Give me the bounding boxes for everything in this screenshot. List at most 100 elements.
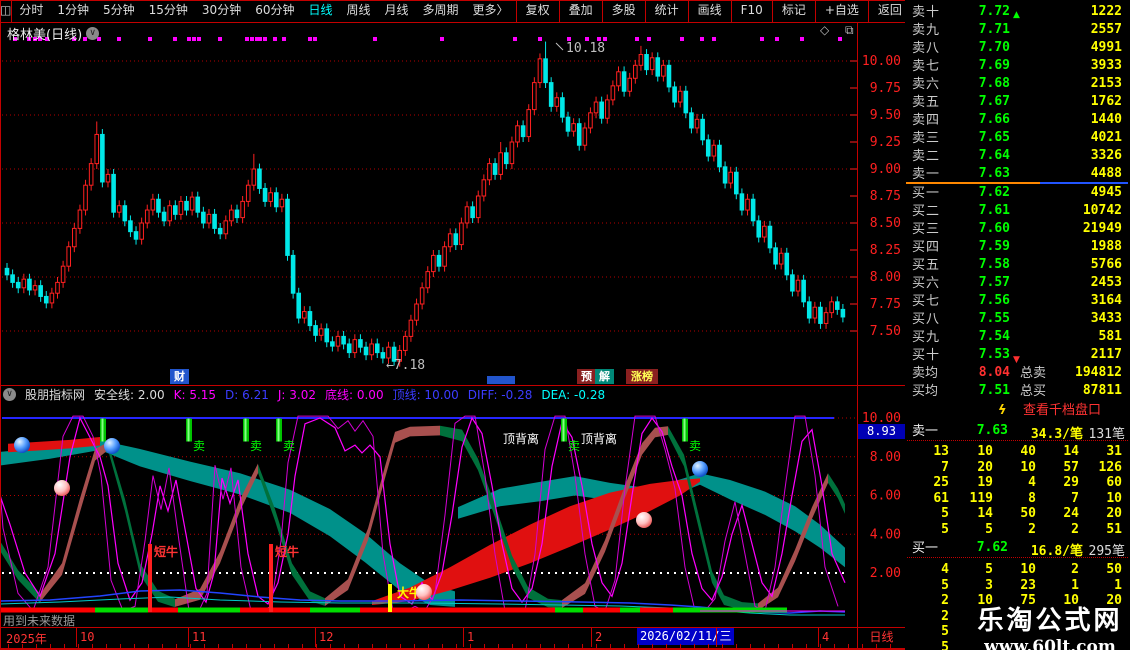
indicator-latest-value: 8.93: [858, 424, 905, 439]
signal-strip: [640, 608, 673, 613]
tool-item-+自选[interactable]: +自选: [815, 0, 868, 22]
sell-row[interactable]: 卖四7.661440: [905, 112, 1130, 130]
menu-item-5分钟[interactable]: 5分钟: [96, 0, 142, 22]
sell-flag: [561, 419, 567, 442]
tool-item-复权[interactable]: 复权: [516, 0, 559, 22]
ob-row-price: 7.59: [960, 239, 1010, 254]
sell-row[interactable]: 卖十7.72▲1222: [905, 4, 1130, 22]
buy-row[interactable]: 买三7.6021949: [905, 221, 1130, 239]
menu-item-1分钟[interactable]: 1分钟: [50, 0, 96, 22]
queue-cell: 10: [1081, 491, 1122, 506]
ob-row-label: 卖十: [912, 4, 940, 22]
sell-row[interactable]: 卖七7.693933: [905, 58, 1130, 76]
tool-item-统计[interactable]: 统计: [645, 0, 688, 22]
ob-row-label: 卖三: [912, 130, 940, 148]
indicator-header-item: K: 5.15: [174, 388, 216, 402]
menu-item-日线[interactable]: 日线: [301, 0, 339, 22]
ob-row-label: 买九: [912, 329, 940, 347]
queue-cell: 10: [995, 562, 1036, 577]
queue-cell: 40: [995, 444, 1036, 459]
collapse-chart-icon[interactable]: ∨: [86, 27, 99, 40]
menu-item-多周期[interactable]: 多周期: [416, 0, 466, 22]
collapse-indicator-icon[interactable]: ∨: [3, 388, 16, 401]
ob-row-price: 7.58: [960, 257, 1010, 272]
thousand-level-button[interactable]: ϟ 查看千档盘口: [905, 402, 1130, 419]
j-line: [0, 416, 838, 611]
sell-flag-label: 卖: [568, 439, 580, 453]
indicator-band: [440, 426, 562, 608]
price-axis-label: 9.50: [870, 108, 901, 123]
tool-item-多股[interactable]: 多股: [602, 0, 645, 22]
queue-cell: 8: [995, 491, 1036, 506]
sell-row[interactable]: 卖二7.643326: [905, 148, 1130, 166]
chart-corner-icons[interactable]: ◇ ⧉: [820, 23, 860, 38]
ob-row-label: 卖六: [912, 76, 940, 94]
menu-item-月线[interactable]: 月线: [378, 0, 416, 22]
marker-dot: [775, 37, 779, 41]
ob-row-price: 7.65: [960, 130, 1010, 145]
indicator-axis-label: 8.00: [870, 450, 901, 465]
signal-label: 短牛: [154, 544, 178, 559]
chart-badge[interactable]: 财: [170, 369, 189, 384]
avg-value: 7.51: [955, 383, 1010, 398]
menu-item-15分钟[interactable]: 15分钟: [142, 0, 195, 22]
sell-row[interactable]: 卖三7.654021: [905, 130, 1130, 148]
indicator-band: [175, 464, 258, 607]
price-axis-label: 9.75: [870, 81, 901, 96]
chart-badge[interactable]: [487, 376, 515, 384]
time-label: 1: [467, 630, 474, 644]
buy-row[interactable]: 买九 7.54 581: [905, 329, 1130, 347]
ob-row-price: 7.54: [960, 329, 1010, 344]
queue-cell: 126: [1081, 460, 1122, 475]
marker-dot: [245, 37, 249, 41]
buy-row[interactable]: 买七7.563164: [905, 293, 1130, 311]
window-menu-icon[interactable]: ◫: [0, 0, 12, 22]
menu-item-分时[interactable]: 分时: [12, 0, 50, 22]
ob-row-volume: 581: [1023, 329, 1122, 344]
menu-item-30分钟[interactable]: 30分钟: [195, 0, 248, 22]
ob-row-price: 7.60: [960, 221, 1010, 236]
menu-item-60分钟[interactable]: 60分钟: [248, 0, 301, 22]
marker-dot: [597, 37, 601, 41]
sell-one-detail: 卖一7.6334.3/笔131笔: [905, 423, 1130, 440]
tool-item-返回[interactable]: 返回: [868, 0, 911, 22]
sell-row[interactable]: 卖九7.712557: [905, 22, 1130, 40]
buy-row[interactable]: 买一7.624945: [905, 185, 1130, 203]
marker-dot: [538, 37, 542, 41]
chart-badge[interactable]: 解: [595, 369, 614, 384]
trading-app-window: 10.009.759.509.259.008.758.508.258.007.7…: [0, 0, 1130, 650]
chart-badge[interactable]: 涨榜: [626, 369, 658, 384]
sell-row[interactable]: 卖八7.704991: [905, 40, 1130, 58]
ob-row-volume: 3933: [1023, 58, 1122, 73]
queue-cell: 5: [908, 578, 949, 593]
sell-row[interactable]: 卖六7.682153: [905, 76, 1130, 94]
time-axis[interactable]: 2025年1011121242026/02/11/三: [0, 627, 905, 648]
tool-item-叠加[interactable]: 叠加: [559, 0, 602, 22]
sell-row[interactable]: 卖五7.671762: [905, 94, 1130, 112]
tool-item-F10[interactable]: F10: [731, 0, 772, 22]
chart-badge[interactable]: 预: [577, 369, 596, 384]
buy-row[interactable]: 买八7.553433: [905, 311, 1130, 329]
indicator-header-item: DEA: -0.28: [541, 388, 605, 402]
marker-dot: [513, 37, 517, 41]
buy-row[interactable]: 买六7.572453: [905, 275, 1130, 293]
marker-dot: [800, 37, 804, 41]
buy-row[interactable]: 买二7.6110742: [905, 203, 1130, 221]
buy-row[interactable]: 买四7.591988: [905, 239, 1130, 257]
ob-row-label: 卖五: [912, 94, 940, 112]
ob-row-label: 卖九: [912, 22, 940, 40]
tool-item-标记[interactable]: 标记: [772, 0, 815, 22]
queue-cell: 20: [952, 460, 993, 475]
buy-row[interactable]: 买十7.53▼2117: [905, 347, 1130, 365]
chart-title-row: 格林美(日线) ∨: [7, 24, 99, 43]
ob-row-volume: 5766: [1023, 257, 1122, 272]
ob-row-label: 卖四: [912, 112, 940, 130]
menu-item-更多〉[interactable]: 更多〉: [466, 0, 516, 22]
toolbar: ◫ 分时1分钟5分钟15分钟30分钟60分钟日线周线月线多周期更多〉 复权叠加多…: [0, 0, 905, 22]
signal-strip: [95, 608, 148, 613]
ob-row-price: 7.63: [960, 166, 1010, 181]
buy-row[interactable]: 买五7.585766: [905, 257, 1130, 275]
price-axis-label: 9.25: [870, 135, 901, 150]
menu-item-周线[interactable]: 周线: [340, 0, 378, 22]
tool-item-画线[interactable]: 画线: [688, 0, 731, 22]
